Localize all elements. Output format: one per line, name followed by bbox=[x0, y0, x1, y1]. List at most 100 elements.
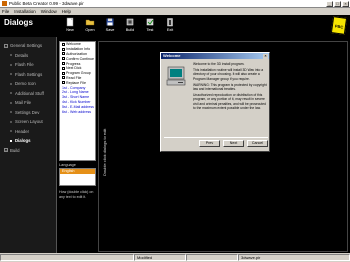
bullet-icon bbox=[10, 92, 12, 95]
maximize-button[interactable]: □ bbox=[334, 1, 341, 7]
sidebar-item-header[interactable]: Header bbox=[0, 127, 56, 137]
cancel-button[interactable]: Cancel bbox=[247, 140, 268, 147]
minimize-button[interactable]: _ bbox=[326, 1, 333, 7]
window-controls: _ □ × bbox=[326, 1, 349, 7]
menu-installation[interactable]: Installation bbox=[14, 9, 36, 14]
expand-icon[interactable]: + bbox=[4, 148, 8, 153]
option-label: Read File bbox=[66, 75, 82, 80]
dialog-options-list: ✓ Welcome ✓ Installation Info Authorizatio… bbox=[59, 41, 96, 161]
exit-button[interactable]: Exit bbox=[162, 15, 178, 36]
checkbox[interactable]: ✓ bbox=[62, 81, 66, 85]
menu-help[interactable]: Help bbox=[62, 9, 71, 14]
sidebar-item-label: Mail File bbox=[15, 100, 31, 106]
sidebar-item-flash-file[interactable]: Flash File bbox=[0, 60, 56, 70]
checkbox[interactable]: ✓ bbox=[62, 76, 66, 80]
dialog-paragraph: Welcome to the 3D install program. bbox=[193, 62, 245, 66]
build-icon bbox=[126, 18, 134, 26]
sidebar-item-additional-stuff[interactable]: Additional Stuff bbox=[0, 89, 56, 99]
checkbox[interactable] bbox=[62, 52, 65, 56]
option-confirm-continue[interactable]: ✓ Confirm Continue bbox=[60, 56, 95, 61]
dialog-paragraph: WARNING: This program is protected by co… bbox=[193, 82, 267, 92]
sidebar-item-label: Demo Icon bbox=[15, 81, 36, 87]
sidebar-item-general-settings[interactable]: − General Settings bbox=[0, 41, 56, 51]
sidebar-item-dialogs[interactable]: Dialogs bbox=[0, 136, 56, 146]
status-bar: Modified 3dwave.pir bbox=[0, 253, 350, 262]
status-cell-empty-2 bbox=[186, 254, 238, 261]
option-label: Next Dick bbox=[66, 66, 82, 71]
save-icon bbox=[106, 18, 114, 26]
sidebar-item-label: Settings Dev bbox=[15, 109, 40, 115]
bullet-icon bbox=[10, 63, 12, 66]
window-title: Public Beta Creator 0.99 - 3dwave.pir bbox=[9, 1, 84, 6]
dialog-title: Welcome bbox=[163, 53, 181, 58]
sidebar-item-build[interactable]: + Build bbox=[0, 146, 56, 156]
logo: PBC bbox=[330, 16, 348, 35]
sidebar-item-demo-icon[interactable]: Demo Icon bbox=[0, 79, 56, 89]
bullet-icon bbox=[10, 120, 12, 123]
language-item-english[interactable]: English bbox=[60, 169, 95, 174]
bullet-icon bbox=[10, 139, 12, 142]
option-label: Progress bbox=[66, 61, 81, 66]
checkbox[interactable]: ✓ bbox=[62, 42, 66, 46]
open-button[interactable]: Open bbox=[82, 15, 98, 36]
dialog-close-icon[interactable]: × bbox=[263, 53, 268, 59]
sidebar-item-mail-file[interactable]: Mail File bbox=[0, 98, 56, 108]
field-email[interactable]: 5st - E-Mail address bbox=[60, 104, 95, 109]
dialog-separator bbox=[164, 137, 268, 138]
sidebar-item-label: Screen Layout bbox=[15, 119, 43, 125]
field-web[interactable]: 6st - Web address bbox=[60, 109, 95, 114]
status-modified: Modified bbox=[134, 254, 186, 261]
sidebar-item-label: Dialogs bbox=[15, 138, 31, 144]
sidebar-item-label: General Settings bbox=[10, 43, 43, 49]
sidebar-item-label: Header bbox=[15, 128, 30, 134]
prev-button[interactable]: Prev bbox=[199, 140, 220, 147]
welcome-dialog[interactable]: Welcome × Welcome to the 3D install prog… bbox=[160, 52, 270, 152]
menu-window[interactable]: Window bbox=[41, 9, 57, 14]
menu-file[interactable]: File bbox=[2, 9, 9, 14]
test-button[interactable]: Test bbox=[142, 15, 158, 36]
new-button[interactable]: New bbox=[62, 15, 78, 36]
build-button[interactable]: Build bbox=[122, 15, 138, 36]
checkbox[interactable]: ✓ bbox=[62, 62, 66, 66]
checkbox[interactable]: ✓ bbox=[62, 71, 66, 75]
close-button[interactable]: × bbox=[342, 1, 349, 7]
option-label: Authorization bbox=[66, 51, 87, 56]
option-installation-info[interactable]: ✓ Installation Info bbox=[60, 47, 95, 52]
sidebar-item-label: Build bbox=[10, 147, 20, 153]
checkbox[interactable]: ✓ bbox=[62, 66, 66, 70]
language-list[interactable]: English bbox=[59, 168, 96, 186]
next-button[interactable]: Next bbox=[223, 140, 244, 147]
option-label: Replace File bbox=[66, 80, 86, 85]
sidebar-item-details[interactable]: Details bbox=[0, 51, 56, 61]
dialog-body: Welcome to the 3D install program. This … bbox=[193, 62, 269, 112]
sidebar-item-label: Flash Settings bbox=[15, 71, 43, 77]
language-label: Language bbox=[59, 163, 76, 167]
collapse-icon[interactable]: − bbox=[4, 43, 8, 48]
hint-text: How (double click) on any text to edit i… bbox=[59, 190, 94, 199]
header-band: Dialogs New Open Save Build Test Exit PB… bbox=[0, 15, 350, 37]
sidebar: − General Settings Details Flash File Fla… bbox=[0, 37, 57, 253]
sidebar-item-settings-dev[interactable]: Settings Dev bbox=[0, 108, 56, 118]
exit-icon bbox=[167, 18, 173, 27]
test-label: Test bbox=[146, 28, 154, 32]
option-program-group[interactable]: ✓ Program Group bbox=[60, 71, 95, 76]
field-kick-number[interactable]: 4st - Kick Number bbox=[60, 100, 95, 105]
sidebar-item-flash-settings[interactable]: Flash Settings bbox=[0, 70, 56, 80]
bullet-icon bbox=[10, 73, 12, 76]
option-label: Welcome bbox=[66, 42, 81, 47]
build-label: Build bbox=[125, 28, 135, 32]
save-button[interactable]: Save bbox=[102, 15, 118, 36]
checkbox[interactable]: ✓ bbox=[62, 57, 66, 61]
bullet-icon bbox=[10, 82, 12, 85]
open-folder-icon bbox=[85, 19, 95, 26]
toolbar: New Open Save Build Test Exit bbox=[62, 15, 178, 36]
app-icon bbox=[2, 1, 7, 6]
sidebar-item-label: Flash File bbox=[15, 62, 34, 68]
option-label: Confirm Continue bbox=[66, 56, 94, 61]
sidebar-item-screen-layout[interactable]: Screen Layout bbox=[0, 117, 56, 127]
bullet-icon bbox=[10, 130, 12, 133]
bullet-icon bbox=[10, 101, 12, 104]
checkbox[interactable]: ✓ bbox=[62, 47, 66, 51]
page-title: Dialogs bbox=[4, 18, 33, 27]
dialog-buttons: Prev Next Cancel bbox=[199, 140, 268, 147]
